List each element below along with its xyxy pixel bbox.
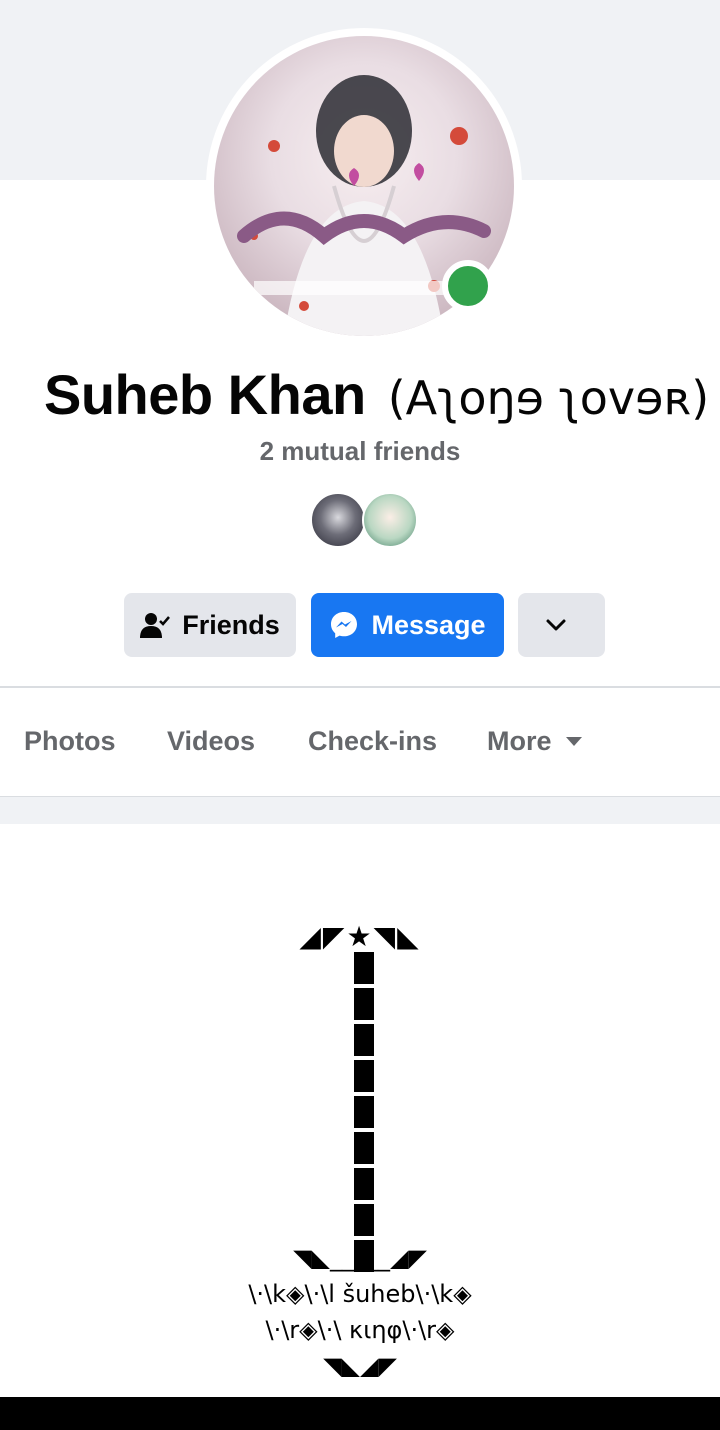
mutual-friends-link[interactable]: 2 mutual friends <box>0 436 720 467</box>
mutual-friend-avatar[interactable] <box>310 492 366 548</box>
profile-nickname: (Aʅoŋɘ ʅovɘʀ) <box>387 371 710 425</box>
tab-label: Photos <box>24 726 116 756</box>
message-button-label: Message <box>371 609 486 640</box>
profile-tabs: Photos Videos Check-ins More <box>0 700 720 792</box>
tab-label: More <box>487 726 552 756</box>
mutual-friends-avatars[interactable] <box>310 492 420 552</box>
post-art-end: ◥◣◢◤ <box>323 1352 397 1380</box>
section-separator <box>0 796 720 825</box>
profile-name-text: Suheb Khan <box>44 363 366 426</box>
post-art-top: ◢◤★◥◣ <box>299 920 421 953</box>
profile-name: Suheb Khan (Aʅoŋɘ ʅovɘʀ) <box>44 362 709 427</box>
tab-photos[interactable]: Photos <box>24 726 116 757</box>
post-art-line: \·\k◈\·\l šuheb\·\k◈ <box>248 1280 472 1308</box>
tab-videos[interactable]: Videos <box>167 726 255 757</box>
profile-picture[interactable] <box>206 28 522 344</box>
more-options-button[interactable] <box>518 593 605 657</box>
tab-check-ins[interactable]: Check-ins <box>308 726 437 757</box>
friend-check-icon <box>140 613 171 638</box>
system-navigation-bar <box>0 1397 720 1430</box>
divider <box>0 686 720 688</box>
mutual-friend-avatar[interactable] <box>362 492 418 548</box>
post-content: ◢◤★◥◣ ◥◣_____◢◤ \·\k◈\·\l šuheb\·\k◈ \·\… <box>0 824 720 1396</box>
chevron-down-icon <box>546 619 565 631</box>
post-art-wings: ◥◣_____◢◤ <box>293 1244 427 1272</box>
post-art-pillar <box>354 952 374 1272</box>
tab-label: Videos <box>167 726 256 756</box>
post-art-line: \·\r◈\·\ κιηφ\·\r◈ <box>265 1316 455 1344</box>
online-status-indicator <box>442 260 494 312</box>
caret-down-icon <box>565 737 582 746</box>
tab-more[interactable]: More <box>487 726 582 757</box>
tab-label: Check-ins <box>308 726 438 756</box>
friends-button[interactable]: Friends <box>124 593 296 657</box>
messenger-icon <box>331 612 358 638</box>
message-button[interactable]: Message <box>311 593 504 657</box>
friends-button-label: Friends <box>182 609 280 640</box>
